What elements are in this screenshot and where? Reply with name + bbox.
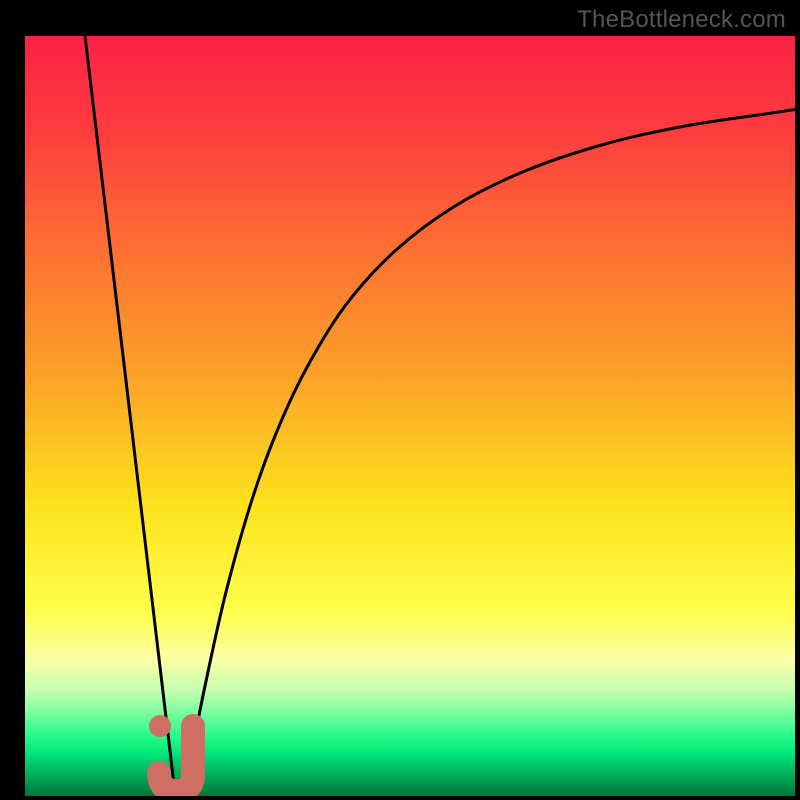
chart-frame [25, 36, 795, 796]
bottleneck-chart [25, 36, 795, 796]
gradient-background [25, 36, 795, 796]
attribution-text: TheBottleneck.com [577, 6, 786, 34]
marker-dot [149, 715, 171, 737]
